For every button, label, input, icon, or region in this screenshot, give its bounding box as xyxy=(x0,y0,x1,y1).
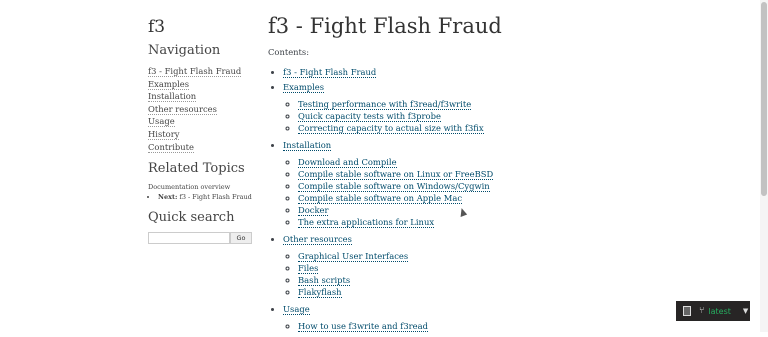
scrollbar-thumb[interactable] xyxy=(761,2,767,196)
sidebar-link[interactable]: Contribute xyxy=(148,141,194,153)
toc-subitem: Docker xyxy=(298,204,738,216)
toc-subitem: Flakyflash xyxy=(298,286,738,298)
toc-sublink[interactable]: Correcting capacity to actual size with … xyxy=(298,123,484,134)
toc-sublist: Testing performance with f3read/f3write … xyxy=(283,98,738,134)
toc-link-usage[interactable]: Usage xyxy=(283,304,310,315)
sidebar-item-installation[interactable]: Installation xyxy=(148,90,252,103)
page-scrollbar[interactable] xyxy=(760,0,768,332)
toc-sublink[interactable]: Graphical User Interfaces xyxy=(298,251,409,262)
toc-sublink[interactable]: Files xyxy=(298,263,319,274)
toc-sublist: Graphical User Interfaces Files Bash scr… xyxy=(283,250,738,298)
toc-sublink[interactable]: Compile stable software on Windows/Cygwi… xyxy=(298,181,490,192)
sidebar-nav: f3 - Fight Flash Fraud Examples Installa… xyxy=(148,65,252,153)
toc-link-examples[interactable]: Examples xyxy=(283,82,325,93)
related-list: Next: f3 - Fight Flash Fraud xyxy=(148,193,252,202)
search-go-button[interactable]: Go xyxy=(230,232,252,245)
caret-down-icon: ▼ xyxy=(742,307,749,315)
search-input[interactable] xyxy=(148,232,230,245)
toc-sublink[interactable]: How to use f3write and f3read xyxy=(298,321,428,332)
version-badge[interactable]: ⑂ latest ▼ xyxy=(676,301,750,321)
sidebar-link[interactable]: Usage xyxy=(148,116,175,128)
related-topics-heading: Related Topics xyxy=(148,161,245,177)
sidebar-item-history[interactable]: History xyxy=(148,128,252,141)
toc-subitem: The extra applications for Linux xyxy=(298,216,738,228)
toc-item: Usage How to use f3write and f3read xyxy=(283,303,738,332)
main-content: f3 - Fight Flash Fraud Contents: f3 - Fi… xyxy=(268,12,738,337)
toc-subitem: Graphical User Interfaces xyxy=(298,250,738,262)
toc-sublink[interactable]: Flakyflash xyxy=(298,287,342,298)
toc-sublink[interactable]: Testing performance with f3read/f3write xyxy=(298,99,472,110)
quick-search-heading: Quick search xyxy=(148,210,235,226)
sidebar-item-contribute[interactable]: Contribute xyxy=(148,141,252,154)
sidebar-link[interactable]: Other resources xyxy=(148,103,217,115)
sidebar: f3 Navigation f3 - Fight Flash Fraud Exa… xyxy=(148,16,252,245)
sidebar-link[interactable]: History xyxy=(148,128,180,140)
toc-item: f3 - Fight Flash Fraud xyxy=(283,66,738,78)
toc-link-installation[interactable]: Installation xyxy=(283,140,332,151)
toc-subitem: Bash scripts xyxy=(298,274,738,286)
search-form: Go xyxy=(148,232,252,245)
toc-item: Installation Download and Compile Compil… xyxy=(283,139,738,228)
sidebar-item-examples[interactable]: Examples xyxy=(148,78,252,91)
logo[interactable]: f3 xyxy=(148,16,252,38)
toc-subitem: Testing performance with f3read/f3write xyxy=(298,98,738,110)
toc-subitem: Files xyxy=(298,262,738,274)
toc-sublink[interactable]: Download and Compile xyxy=(298,157,397,168)
toc-link-other-resources[interactable]: Other resources xyxy=(283,234,352,245)
toc-subitem: Compile stable software on Linux or Free… xyxy=(298,168,738,180)
table-of-contents: f3 - Fight Flash Fraud Examples Testing … xyxy=(268,66,738,332)
toc-subitem: Compile stable software on Apple Mac xyxy=(298,192,738,204)
toc-item: Other resources Graphical User Interface… xyxy=(283,233,738,298)
related-next-item: Next: f3 - Fight Flash Fraud xyxy=(158,193,252,202)
toc-subitem: Compile stable software on Windows/Cygwi… xyxy=(298,180,738,192)
toc-subitem: Download and Compile xyxy=(298,156,738,168)
branch-icon: ⑂ xyxy=(699,306,705,316)
toc-sublink[interactable]: The extra applications for Linux xyxy=(298,217,435,228)
page-title: f3 - Fight Flash Fraud xyxy=(268,14,502,38)
sidebar-link[interactable]: Installation xyxy=(148,91,197,103)
toc-subitem: Quick capacity tests with f3probe xyxy=(298,110,738,122)
version-label: latest xyxy=(708,306,731,316)
sidebar-item-other-resources[interactable]: Other resources xyxy=(148,103,252,116)
next-label: Next: xyxy=(158,193,178,202)
next-link[interactable]: f3 - Fight Flash Fraud xyxy=(179,193,251,201)
toc-link-f3[interactable]: f3 - Fight Flash Fraud xyxy=(283,67,377,78)
toc-sublink[interactable]: Compile stable software on Linux or Free… xyxy=(298,169,494,180)
sidebar-item-f3[interactable]: f3 - Fight Flash Fraud xyxy=(148,65,252,78)
toc-subitem: How to use f3write and f3read xyxy=(298,320,738,332)
toc-sublink[interactable]: Compile stable software on Apple Mac xyxy=(298,193,463,204)
toc-subitem: Correcting capacity to actual size with … xyxy=(298,122,738,134)
book-icon xyxy=(683,306,691,316)
toc-item: Examples Testing performance with f3read… xyxy=(283,81,738,134)
contents-label: Contents: xyxy=(268,47,310,57)
documentation-overview-link[interactable]: Documentation overview xyxy=(148,183,252,192)
toc-sublist: How to use f3write and f3read xyxy=(283,320,738,332)
toc-sublink[interactable]: Quick capacity tests with f3probe xyxy=(298,111,441,122)
toc-sublink[interactable]: Bash scripts xyxy=(298,275,351,286)
sidebar-link[interactable]: Examples xyxy=(148,78,190,90)
navigation-heading: Navigation xyxy=(148,43,221,58)
sidebar-link[interactable]: f3 - Fight Flash Fraud xyxy=(148,66,242,77)
toc-sublink[interactable]: Docker xyxy=(298,205,329,216)
toc-sublist: Download and Compile Compile stable soft… xyxy=(283,156,738,228)
sidebar-item-usage[interactable]: Usage xyxy=(148,115,252,128)
